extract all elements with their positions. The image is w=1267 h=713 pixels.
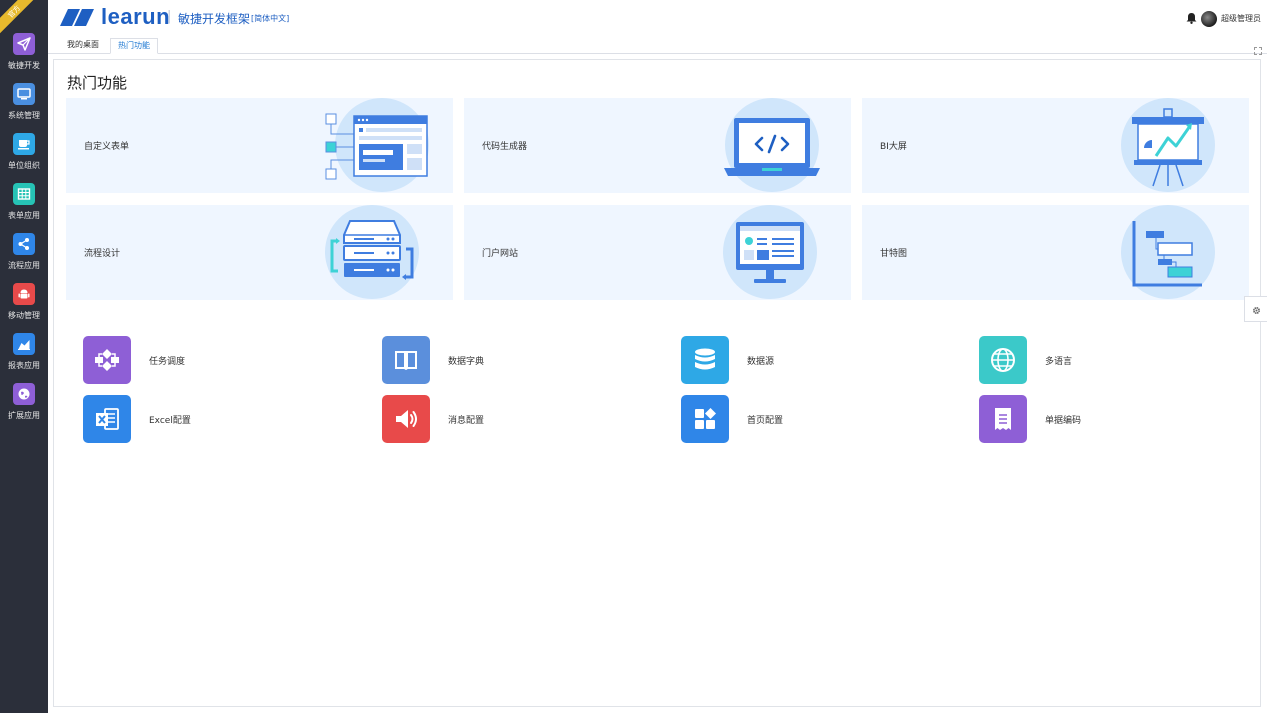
quick-link-excel-config[interactable]: Excel配置 — [83, 395, 191, 443]
receipt-icon — [979, 395, 1027, 443]
quick-link-label: 首页配置 — [747, 415, 784, 426]
bell-icon[interactable] — [1186, 9, 1197, 28]
tab-hot-features[interactable]: 热门功能 — [110, 38, 158, 54]
sidebar-item-form-apps[interactable]: 表单应用 — [0, 183, 48, 231]
laptop-code-illustration — [722, 98, 837, 197]
logo-separator: | — [167, 9, 172, 24]
fullscreen-icon[interactable] — [1254, 40, 1262, 59]
sidebar-item-reports[interactable]: 报表应用 — [0, 333, 48, 381]
database-icon — [681, 336, 729, 384]
monitor-icon — [13, 83, 35, 105]
sidebar-item-label: 单位组织 — [8, 161, 40, 170]
flow-diagram-icon — [83, 336, 131, 384]
portal-monitor-illustration — [722, 205, 837, 304]
top-header: learun | 敏捷开发框架 [简体中文] 超级管理员 — [48, 0, 1267, 36]
quick-link-message-config[interactable]: 消息配置 — [382, 395, 484, 443]
quick-link-label: 数据源 — [747, 356, 775, 367]
sidebar-item-label: 系统管理 — [8, 111, 40, 120]
server-flow-illustration — [324, 205, 439, 304]
sidebar-item-system[interactable]: 系统管理 — [0, 83, 48, 131]
feature-card-custom-form[interactable]: 自定义表单 — [66, 98, 453, 193]
feature-label: 自定义表单 — [84, 142, 130, 152]
quick-link-label: 多语言 — [1045, 356, 1073, 367]
sidebar-item-label: 移动管理 — [8, 311, 40, 320]
dashboard-tiles-icon — [681, 395, 729, 443]
avatar[interactable] — [1201, 10, 1217, 27]
sidebar: 官方 敏捷开发 系统管理 单位组织 表单应用 流程应用 移动管理 报表应用 扩展… — [0, 0, 48, 713]
feature-card-portal-site[interactable]: 门户网站 — [464, 205, 851, 300]
android-icon — [13, 283, 35, 305]
feature-label: 流程设计 — [84, 249, 121, 259]
sidebar-item-label: 流程应用 — [8, 261, 40, 270]
book-icon — [382, 336, 430, 384]
settings-side-button[interactable] — [1244, 296, 1267, 322]
area-chart-icon — [13, 333, 35, 355]
form-designer-illustration — [324, 98, 439, 197]
sidebar-item-mobile[interactable]: 移动管理 — [0, 283, 48, 331]
presentation-board-illustration — [1120, 98, 1235, 197]
feature-label: 门户网站 — [482, 249, 519, 259]
logo-text: learun — [101, 4, 171, 29]
quick-link-label: 任务调度 — [149, 356, 186, 367]
grid-table-icon — [13, 183, 35, 205]
gantt-chart-illustration — [1120, 205, 1235, 304]
share-nodes-icon — [13, 233, 35, 255]
learun-logo-icon — [60, 9, 98, 30]
tab-bar: 我的桌面 热门功能 — [48, 36, 1267, 55]
tab-my-desktop[interactable]: 我的桌面 — [60, 38, 106, 54]
page-title: 热门功能 — [67, 74, 128, 92]
sidebar-item-agile-dev[interactable]: 敏捷开发 — [0, 33, 48, 81]
quick-link-task-schedule[interactable]: 任务调度 — [83, 336, 185, 384]
sidebar-item-label: 报表应用 — [8, 361, 40, 370]
quick-link-multi-language[interactable]: 多语言 — [979, 336, 1072, 384]
user-area: 超级管理员 — [1186, 9, 1261, 28]
main-panel: 热门功能 自定义表单 代码生成器 BI大屏 流程设计 门户网站 甘特图 任务调度… — [53, 59, 1261, 707]
gear-icon — [1252, 300, 1261, 319]
quick-link-label: 数据字典 — [448, 356, 485, 367]
user-name[interactable]: 超级管理员 — [1221, 13, 1261, 24]
feature-label: 代码生成器 — [482, 142, 528, 152]
sidebar-item-extensions[interactable]: 扩展应用 — [0, 383, 48, 431]
quick-link-label: Excel配置 — [149, 415, 191, 426]
quick-link-homepage-config[interactable]: 首页配置 — [681, 395, 783, 443]
sidebar-item-flow-apps[interactable]: 流程应用 — [0, 233, 48, 281]
feature-card-code-generator[interactable]: 代码生成器 — [464, 98, 851, 193]
speaker-icon — [382, 395, 430, 443]
sidebar-item-label: 扩展应用 — [8, 411, 40, 420]
sidebar-item-label: 表单应用 — [8, 211, 40, 220]
feature-label: 甘特图 — [880, 249, 908, 259]
feature-card-bi-screen[interactable]: BI大屏 — [862, 98, 1249, 193]
coffee-cup-icon — [13, 133, 35, 155]
quick-link-label: 单据编码 — [1045, 415, 1082, 426]
product-subtitle: 敏捷开发框架 — [178, 12, 251, 26]
quick-link-data-source[interactable]: 数据源 — [681, 336, 774, 384]
paper-plane-icon — [13, 33, 35, 55]
quick-link-document-code[interactable]: 单据编码 — [979, 395, 1081, 443]
feature-card-workflow-design[interactable]: 流程设计 — [66, 205, 453, 300]
feature-label: BI大屏 — [880, 142, 907, 152]
globe-icon — [979, 336, 1027, 384]
language-switch[interactable]: [简体中文] — [251, 13, 289, 24]
sidebar-item-org[interactable]: 单位组织 — [0, 133, 48, 181]
feature-card-gantt-chart[interactable]: 甘特图 — [862, 205, 1249, 300]
quick-link-label: 消息配置 — [448, 415, 485, 426]
excel-icon — [83, 395, 131, 443]
ribbon-text: 官方 — [6, 3, 22, 20]
quick-link-data-dictionary[interactable]: 数据字典 — [382, 336, 484, 384]
globe-icon — [13, 383, 35, 405]
sidebar-item-label: 敏捷开发 — [8, 61, 40, 70]
